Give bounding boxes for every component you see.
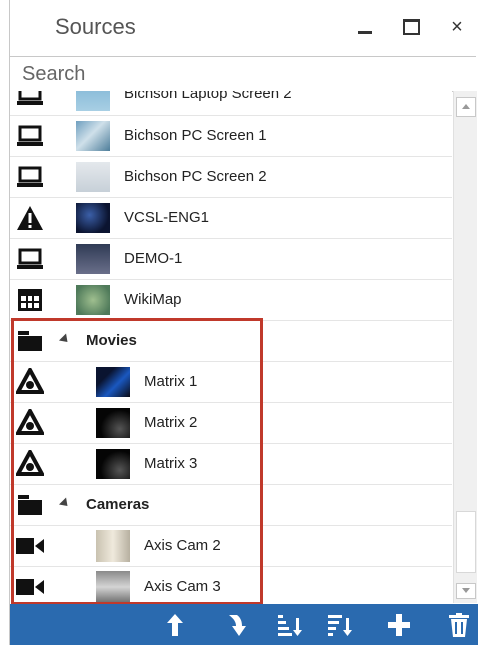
sort-descending-button[interactable] (322, 609, 356, 641)
list-item[interactable]: Bichson PC Screen 1 (10, 116, 452, 157)
collapse-caret-icon[interactable] (58, 333, 72, 346)
source-thumbnail (96, 571, 130, 603)
warning-icon (14, 202, 46, 234)
video-camera-icon (14, 571, 46, 603)
delete-button[interactable] (442, 609, 476, 641)
source-label: Matrix 2 (144, 414, 198, 431)
list-item[interactable]: DEMO-1 (10, 239, 452, 280)
source-label: Bichson PC Screen 1 (124, 127, 267, 144)
laptop-icon (14, 161, 46, 193)
source-thumbnail (76, 91, 110, 111)
source-label: Matrix 1 (144, 373, 198, 390)
group-label: Movies (86, 332, 137, 349)
list-item[interactable]: Axis Cam 2 (10, 526, 452, 567)
maximize-button[interactable] (394, 10, 428, 44)
list-item[interactable]: Axis Cam 3 (10, 567, 452, 603)
list-item[interactable]: Matrix 2 (10, 403, 452, 444)
folder-icon (14, 489, 46, 521)
group-label: Cameras (86, 496, 150, 513)
grid-window-icon (14, 284, 46, 316)
maximize-icon (402, 19, 420, 35)
source-label: DEMO-1 (124, 250, 183, 267)
source-thumbnail (76, 203, 110, 233)
list-item[interactable]: Matrix 3 (10, 444, 452, 485)
sources-list: Bichson Laptop Screen 2 Bichson PC Scree… (10, 91, 452, 603)
collapse-caret-icon[interactable] (58, 497, 72, 510)
window-title: Sources (55, 14, 136, 39)
list-item[interactable]: Matrix 1 (10, 362, 452, 403)
source-label: VCSL-ENG1 (124, 209, 210, 226)
source-thumbnail (96, 367, 130, 397)
list-item[interactable]: Bichson Laptop Screen 2 (10, 91, 452, 116)
upload-icon (167, 614, 183, 636)
share-arrow-icon (229, 615, 246, 636)
list-item[interactable]: WikiMap (10, 280, 452, 321)
sort-ascending-button[interactable] (272, 609, 306, 641)
sources-window: Sources × Bichson Laptop Screen 2 Bichso… (9, 0, 478, 645)
list-item[interactable]: VCSL-ENG1 (10, 198, 452, 239)
source-label: Axis Cam 2 (144, 537, 221, 554)
title-bar: Sources × (10, 0, 478, 56)
folder-icon (14, 325, 46, 357)
source-label: WikiMap (124, 291, 182, 308)
close-button[interactable]: × (440, 10, 474, 44)
source-thumbnail (96, 449, 130, 479)
trash-icon (449, 613, 469, 637)
group-header-movies[interactable]: Movies (10, 321, 452, 362)
source-label: Matrix 3 (144, 455, 198, 472)
source-label: Bichson PC Screen 2 (124, 168, 267, 185)
laptop-icon (14, 91, 46, 111)
source-thumbnail (96, 530, 130, 562)
source-thumbnail (96, 408, 130, 438)
scroll-up-button[interactable] (456, 97, 476, 117)
source-thumbnail (76, 121, 110, 151)
search-box (10, 56, 476, 92)
group-header-cameras[interactable]: Cameras (10, 485, 452, 526)
list-item[interactable]: Bichson PC Screen 2 (10, 157, 452, 198)
sort-descending-icon (328, 615, 352, 636)
vertical-scrollbar[interactable] (453, 91, 477, 603)
sort-ascending-icon (278, 615, 302, 636)
video-camera-icon (14, 530, 46, 562)
source-label: Axis Cam 3 (144, 578, 221, 595)
minimize-icon (358, 30, 372, 34)
movie-triangle-icon (14, 407, 46, 439)
source-thumbnail (76, 285, 110, 315)
share-button[interactable] (220, 609, 254, 641)
search-input[interactable] (10, 57, 476, 91)
source-thumbnail (76, 162, 110, 192)
minimize-button[interactable] (348, 10, 382, 44)
add-icon (388, 614, 410, 636)
upload-button[interactable] (158, 609, 192, 641)
movie-triangle-icon (14, 366, 46, 398)
laptop-icon (14, 120, 46, 152)
scroll-down-button[interactable] (456, 583, 476, 599)
source-thumbnail (76, 244, 110, 274)
source-label: Bichson Laptop Screen 2 (124, 91, 292, 102)
bottom-toolbar (10, 604, 478, 645)
laptop-icon (14, 243, 46, 275)
add-button[interactable] (382, 609, 416, 641)
scroll-thumb[interactable] (456, 511, 476, 573)
movie-triangle-icon (14, 448, 46, 480)
